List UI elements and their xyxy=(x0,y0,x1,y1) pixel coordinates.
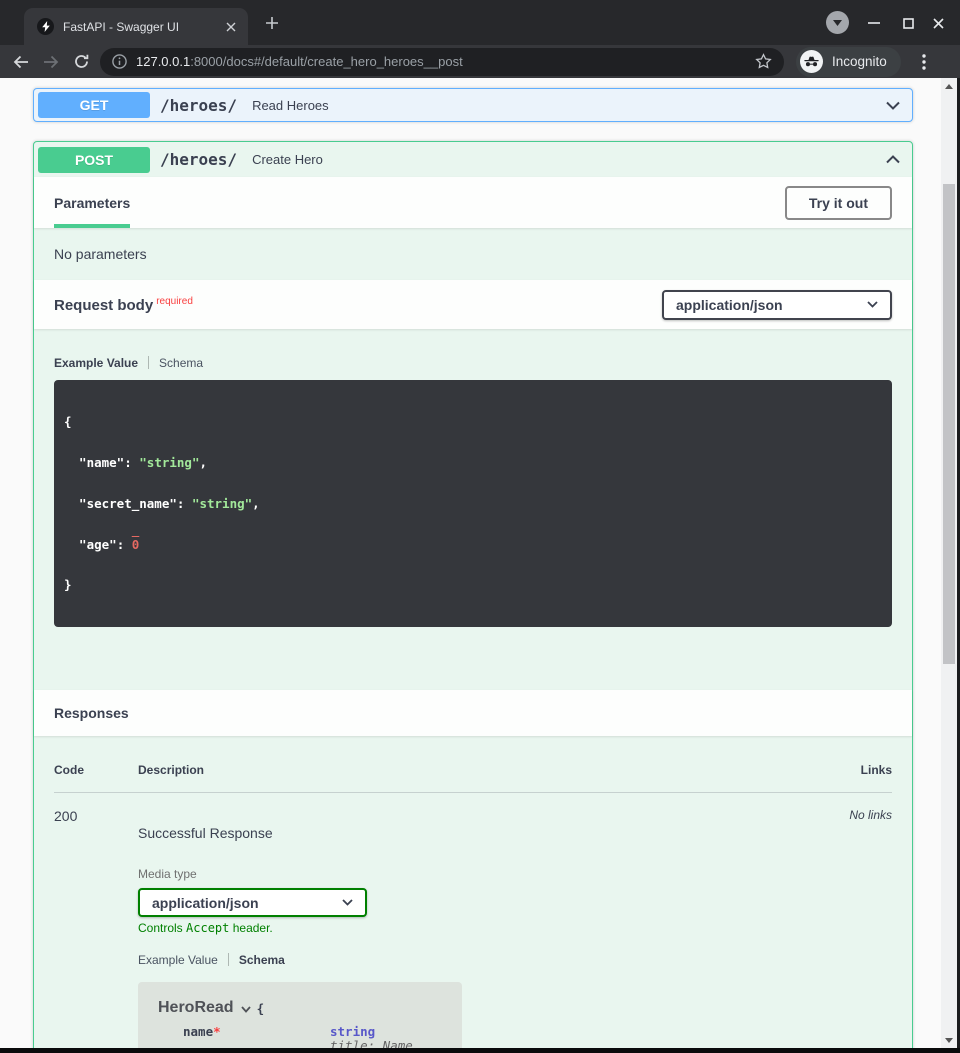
tab-search-button[interactable] xyxy=(826,11,849,34)
response-row-200: 200 Successful Response Media type appli… xyxy=(54,793,892,1048)
opblock-post-heroes: POST /heroes/ Create Hero Parameters Try… xyxy=(33,141,913,1048)
request-media-type-value: application/json xyxy=(676,297,783,313)
responses-table-header: Code Description Links xyxy=(54,763,892,793)
tab-parameters: Parameters xyxy=(54,177,130,228)
post-path: /heroes/ xyxy=(160,150,237,169)
request-body-header: Request bodyrequired application/json xyxy=(34,280,912,329)
tab-schema[interactable]: Schema xyxy=(239,953,285,967)
url-text: 127.0.0.1:8000/docs#/default/create_hero… xyxy=(136,54,755,69)
try-it-out-button[interactable]: Try it out xyxy=(785,186,892,220)
tab-separator xyxy=(148,356,149,369)
minimize-button[interactable] xyxy=(864,13,884,33)
model-collapse-icon[interactable] xyxy=(241,1006,251,1013)
media-type-label: Media type xyxy=(138,867,832,881)
swagger-page: GET /heroes/ Read Heroes POST /heroes/ C… xyxy=(0,78,941,1048)
response-code: 200 xyxy=(54,808,138,1048)
response-media-type-value: application/json xyxy=(152,895,259,911)
new-tab-button[interactable] xyxy=(262,13,282,33)
responses-title: Responses xyxy=(54,705,129,721)
request-example-section: Example Value Schema { "name": "string",… xyxy=(34,329,912,690)
browser-titlebar: FastAPI - Swagger UI xyxy=(0,0,960,45)
col-header-links: Links xyxy=(832,763,892,777)
get-path: /heroes/ xyxy=(160,96,237,115)
browser-menu-icon[interactable] xyxy=(912,54,936,70)
back-button[interactable] xyxy=(6,48,36,76)
incognito-badge: Incognito xyxy=(796,47,901,77)
opblock-get-heroes: GET /heroes/ Read Heroes xyxy=(33,88,913,122)
window-bottom-edge xyxy=(0,1048,960,1053)
chevron-down-icon xyxy=(342,899,353,906)
browser-tab[interactable]: FastAPI - Swagger UI xyxy=(24,8,248,45)
post-method-badge: POST xyxy=(38,147,150,173)
col-header-description: Description xyxy=(138,763,832,777)
fastapi-favicon-icon xyxy=(37,18,54,35)
chevron-down-icon xyxy=(867,301,878,308)
reload-button[interactable] xyxy=(66,48,96,76)
model-open-brace: { xyxy=(257,1001,265,1016)
model-name: HeroRead xyxy=(158,999,234,1017)
required-badge: required xyxy=(156,296,193,307)
tab-example-value[interactable]: Example Value xyxy=(54,356,138,370)
tab-separator xyxy=(228,953,229,966)
url-path: :8000/docs#/default/create_hero_heroes__… xyxy=(190,54,462,69)
vertical-scrollbar[interactable] xyxy=(941,78,957,1048)
tab-schema[interactable]: Schema xyxy=(159,356,203,370)
url-bar[interactable]: 127.0.0.1:8000/docs#/default/create_hero… xyxy=(100,48,784,76)
url-host: 127.0.0.1 xyxy=(136,54,190,69)
forward-button[interactable] xyxy=(36,48,66,76)
no-parameters-text: No parameters xyxy=(34,228,912,280)
tab-title: FastAPI - Swagger UI xyxy=(63,20,222,34)
response-links: No links xyxy=(832,808,892,1048)
scroll-up-arrow[interactable] xyxy=(941,78,957,94)
response-media-type-select[interactable]: application/json xyxy=(138,888,367,917)
browser-toolbar: 127.0.0.1:8000/docs#/default/create_hero… xyxy=(0,45,960,78)
model-field-name: name* string title: Name xyxy=(183,1025,452,1048)
schema-model-box: HeroRead { name* string title: xyxy=(138,982,462,1048)
chevron-down-icon[interactable] xyxy=(886,101,900,110)
close-button[interactable] xyxy=(928,13,948,33)
response-example-tabs: Example Value Schema xyxy=(138,952,832,967)
opblock-post-summary[interactable]: POST /heroes/ Create Hero xyxy=(34,142,912,177)
tab-example-value[interactable]: Example Value xyxy=(138,953,218,967)
responses-header: Responses xyxy=(34,690,912,736)
opblock-get-summary[interactable]: GET /heroes/ Read Heroes xyxy=(34,89,912,121)
controls-accept-message: Controls Accept header. xyxy=(138,921,832,935)
bookmark-star-icon[interactable] xyxy=(755,53,772,70)
scrollbar-thumb[interactable] xyxy=(943,184,955,664)
request-body-label: Request bodyrequired xyxy=(54,296,193,314)
post-summary-text: Create Hero xyxy=(252,152,323,167)
maximize-button[interactable] xyxy=(898,13,918,33)
scroll-down-arrow[interactable] xyxy=(941,1032,957,1048)
get-summary-text: Read Heroes xyxy=(252,98,329,113)
get-method-badge: GET xyxy=(38,92,150,118)
response-description: Successful Response xyxy=(138,823,832,843)
page-info-icon[interactable] xyxy=(112,54,127,69)
tab-close-icon[interactable] xyxy=(222,18,240,36)
request-example-json: { "name": "string", "secret_name": "stri… xyxy=(54,380,892,627)
responses-table: Code Description Links 200 Successful Re… xyxy=(34,736,912,1048)
request-media-type-select[interactable]: application/json xyxy=(662,290,892,320)
parameters-header: Parameters Try it out xyxy=(34,177,912,228)
chevron-up-icon[interactable] xyxy=(886,155,900,164)
col-header-code: Code xyxy=(54,763,138,777)
request-example-tabs: Example Value Schema xyxy=(54,355,892,370)
incognito-label: Incognito xyxy=(832,54,887,69)
incognito-icon xyxy=(800,50,823,73)
parameters-title: Parameters xyxy=(54,195,130,211)
